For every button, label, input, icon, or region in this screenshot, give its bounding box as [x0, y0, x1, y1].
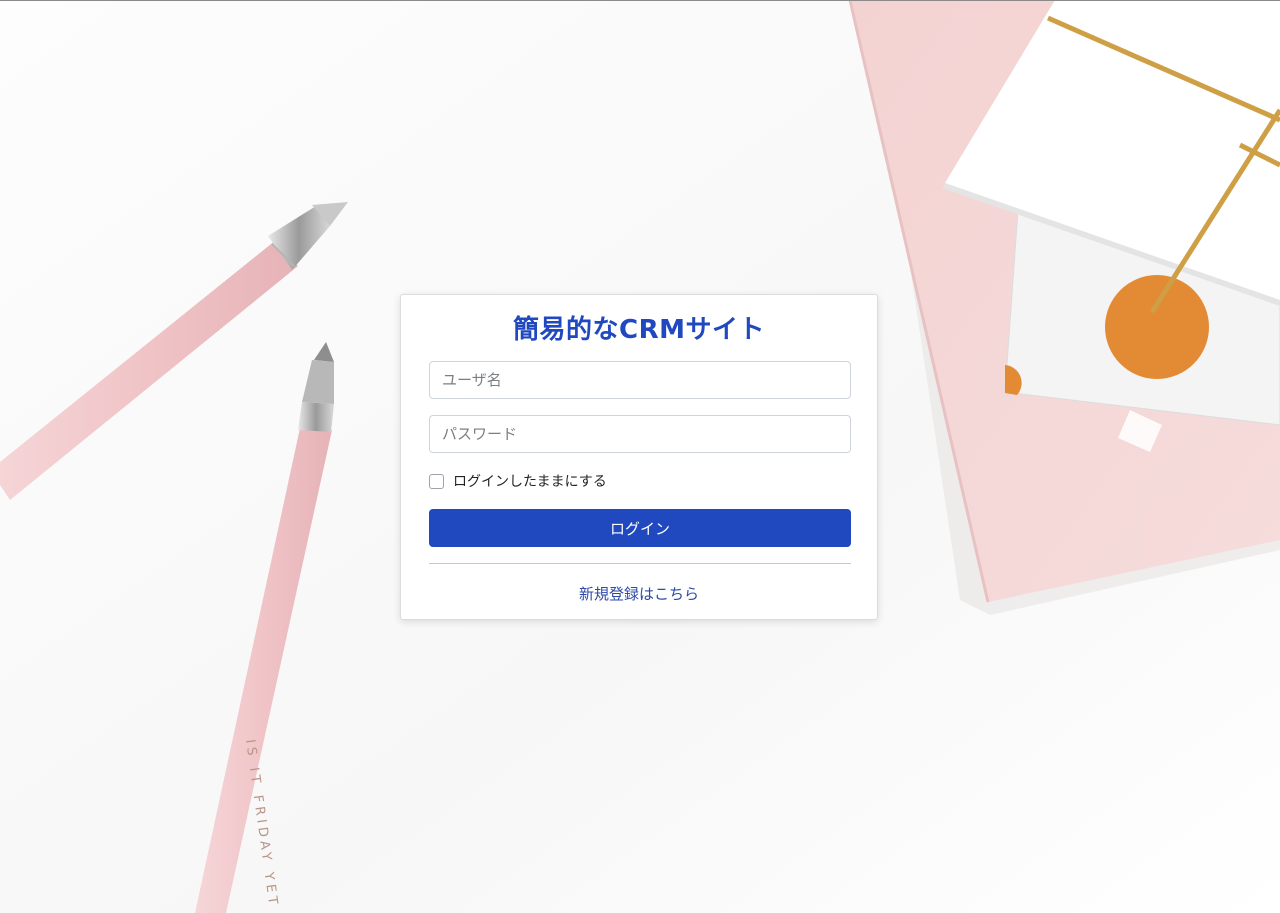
- login-page: IS IT FRIDAY YET 簡易的なCRMサイト ログインしたままにする …: [0, 0, 1280, 913]
- register-link[interactable]: 新規登録はこちら: [401, 583, 877, 604]
- username-input[interactable]: [429, 361, 851, 399]
- login-button[interactable]: ログイン: [429, 509, 851, 547]
- window-top-edge: [0, 0, 1280, 1]
- divider: [429, 563, 851, 564]
- remember-me-row[interactable]: ログインしたままにする: [429, 471, 607, 491]
- remember-me-checkbox[interactable]: [429, 473, 444, 489]
- password-input[interactable]: [429, 415, 851, 453]
- login-card: 簡易的なCRMサイト ログインしたままにする ログイン 新規登録はこちら: [400, 294, 878, 620]
- site-title: 簡易的なCRMサイト: [513, 315, 765, 345]
- remember-me-label: ログインしたままにする: [453, 474, 607, 490]
